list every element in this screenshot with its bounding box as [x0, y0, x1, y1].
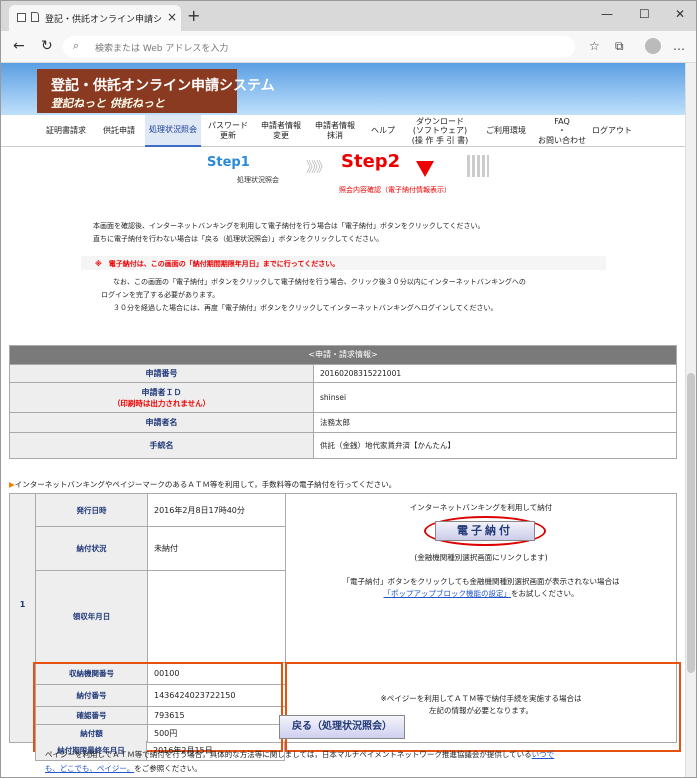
address-bar-row: ← ↻ ⌕ 検索または Web アドレスを入力 ☆ ⧉ … — [1, 31, 696, 63]
intro-text: 本画面を確認後、インターネットバンキングを利用して電子納付を行う場合は「電子納付… — [93, 222, 485, 230]
browser-tab[interactable]: 登記・供託オンライン申請システム・ × — [9, 5, 181, 31]
table-row: 申請者名 法務太郎 — [10, 412, 676, 432]
deadline-warning: ※ 電子納付は、この画面の「納付期間期限年月日」までに行ってください。 — [81, 256, 606, 270]
step2-caption: 照会内容確認（電子納付情報表示） — [339, 186, 451, 194]
collections-icon[interactable]: ⧉ — [615, 39, 624, 54]
new-tab-icon[interactable]: + — [187, 6, 200, 25]
step-bars-icon — [467, 155, 489, 177]
more-menu-icon[interactable]: … — [673, 39, 685, 53]
maximize-icon[interactable]: ☐ — [639, 7, 650, 21]
back-icon[interactable]: ← — [13, 38, 25, 54]
profile-avatar[interactable] — [645, 38, 661, 54]
tab-title: 登記・供託オンライン申請システム・ — [45, 15, 163, 25]
payment-note-text: インターネットバンキングやペイジーマークのあるＡＴＭ等を利用して，手数料等の電子… — [14, 480, 397, 489]
nav-item[interactable]: 申請者情報 抹消 — [309, 115, 361, 147]
tab-close-icon[interactable]: × — [167, 10, 177, 24]
row-key: 納付状況 — [36, 526, 148, 570]
notice-text: ３０分を経過した場合には、再度「電子納付」ボタンをクリックしてインターネットバン… — [113, 304, 498, 312]
row-value: 2016年2月8日17時40分 — [148, 494, 286, 526]
electronic-pay-button[interactable]: 電子納付 — [435, 521, 535, 541]
row-value: shinsei — [320, 393, 347, 402]
row-key: 申請者ＩＤ — [141, 387, 182, 397]
row-key: 手続名 — [149, 441, 174, 450]
row-value: 法務太郎 — [320, 418, 350, 427]
tab-actions-icon[interactable] — [17, 13, 26, 22]
tab-bar: 登記・供託オンライン申請システム・ × + — ☐ ✕ — [1, 1, 696, 31]
payeasy-link-cont[interactable]: も、どこでも、ペイジー。 — [45, 764, 134, 773]
browser-window: 登記・供託オンライン申請システム・ × + — ☐ ✕ ← ↻ ⌕ 検索または … — [0, 0, 697, 778]
site-logo[interactable]: 登記・供託オンライン申請システム 登記ねっと 供託ねっと — [37, 69, 275, 113]
page-favicon-icon — [31, 12, 39, 22]
table-row: 申請者ＩＤ （印刷時は出力されません） shinsei — [10, 382, 676, 412]
link-note: (金融機関種別選択画面にリンクします) — [414, 553, 548, 562]
back-to-status-button[interactable]: 戻る（処理状況照会） — [279, 715, 405, 739]
row-value: 供託（金銭）地代家賃弁済【かんたん】 — [320, 441, 455, 450]
footer-line-2: も、どこでも、ペイジー。をご参照ください。 — [45, 763, 202, 774]
pay-info-highlight — [33, 662, 283, 752]
row-value: 20160208315221001 — [320, 369, 402, 378]
page-content: 登記・供託オンライン申請システム 登記ねっと 供託ねっと 証明書請求 供託申請 … — [1, 63, 685, 777]
down-triangle-icon — [416, 161, 434, 177]
table-row: 申請番号 20160208315221001 — [10, 364, 676, 382]
step-arrows-icon: 》》》 — [306, 160, 330, 176]
row-key: 領収年月日 — [36, 570, 148, 662]
notice-text: ログインを完了する必要があります。 — [101, 291, 220, 299]
row-key: 申請者名 — [145, 418, 178, 427]
row-value — [148, 570, 286, 662]
popup-note-line: 「ポップアップブロック機能の設定」をお試しください。 — [286, 588, 676, 599]
footer-text: をご参照ください。 — [134, 764, 202, 773]
scrollbar-thumb[interactable] — [687, 373, 695, 673]
ib-label: インターネットバンキングを利用して納付 — [409, 503, 553, 512]
nav-item[interactable]: 申請者情報 変更 — [255, 115, 307, 147]
nav-item[interactable]: FAQ ・ お問い合わせ — [537, 115, 587, 147]
popup-settings-link[interactable]: 「ポップアップブロック機能の設定」 — [384, 589, 512, 598]
internet-banking-panel: インターネットバンキングを利用して納付 電子納付 (金融機関種別選択画面にリンク… — [286, 494, 676, 662]
step1-label: Step1 — [207, 155, 250, 170]
close-window-icon[interactable]: ✕ — [675, 7, 685, 21]
payment-note: ▶インターネットバンキングやペイジーマークのあるＡＴＭ等を利用して，手数料等の電… — [9, 479, 396, 490]
warning-text: ※ 電子納付は、この画面の「納付期間期限年月日」までに行ってください。 — [95, 260, 340, 268]
step1-caption: 処理状況照会 — [237, 176, 279, 184]
table-row: 手続名 供託（金銭）地代家賃弁済【かんたん】 — [10, 432, 676, 458]
address-placeholder: 検索または Web アドレスを入力 — [95, 44, 229, 54]
nav-item[interactable]: 供託申請 — [95, 115, 143, 147]
intro-text: 直ちに電子納付を行わない場合は「戻る（処理状況照会）」ボタンをクリックしてくださ… — [93, 235, 384, 243]
row-key-note: （印刷時は出力されません） — [112, 398, 211, 408]
nav-item[interactable]: 証明書請求 — [39, 115, 93, 147]
footer-text: ペイジーを利用してＡＴＭ等で納付を行う場合，具体的な方法等に関しましては，日本マ… — [45, 750, 532, 759]
popup-note-tail: をお試しください。 — [511, 589, 579, 598]
main-nav: 証明書請求 供託申請 処理状況照会 パスワード 更新 申請者情報 変更 申請者情… — [1, 115, 685, 147]
nav-item-active[interactable]: 処理状況照会 — [145, 115, 201, 147]
nav-item[interactable]: ご利用環境 — [477, 115, 535, 147]
notice-text: なお、この画面の「電子納付」ボタンをクリックして電子納付を行う場合、クリック後３… — [113, 278, 526, 286]
favorite-star-icon[interactable]: ☆ — [589, 39, 600, 53]
search-icon: ⌕ — [73, 39, 80, 52]
row-value: 未納付 — [148, 526, 286, 570]
site-banner: 登記・供託オンライン申請システム 登記ねっと 供託ねっと — [1, 63, 685, 115]
nav-item[interactable]: ログアウト — [589, 115, 635, 147]
nav-item[interactable]: パスワード 更新 — [203, 115, 253, 147]
footer-line-1: ペイジーを利用してＡＴＭ等で納付を行う場合，具体的な方法等に関しましては，日本マ… — [45, 749, 554, 760]
address-input[interactable]: ⌕ 検索または Web アドレスを入力 — [63, 36, 575, 58]
table-header: <申請・請求情報> — [10, 346, 676, 364]
reload-icon[interactable]: ↻ — [41, 38, 53, 54]
site-subtitle: 登記ねっと 供託ねっと — [51, 97, 165, 110]
step2-label: Step2 — [341, 151, 401, 172]
application-info-table: <申請・請求情報> 申請番号 20160208315221001 申請者ＩＤ （… — [9, 345, 677, 459]
row-key: 発行日時 — [36, 494, 148, 526]
minimize-icon[interactable]: — — [601, 7, 613, 21]
site-title: 登記・供託オンライン申請システム — [51, 78, 275, 94]
payeasy-link[interactable]: いつで — [532, 750, 555, 759]
nav-item[interactable]: ヘルプ — [363, 115, 403, 147]
nav-item[interactable]: ダウンロード (ソフトウェア) (操 作 手 引 書) — [405, 115, 475, 147]
popup-note: 「電子納付」ボタンをクリックしても金融機関種別選択画面が表示されない場合は — [342, 577, 620, 586]
pay-button-highlight: 電子納付 — [424, 516, 546, 546]
row-key: 申請番号 — [145, 369, 178, 378]
